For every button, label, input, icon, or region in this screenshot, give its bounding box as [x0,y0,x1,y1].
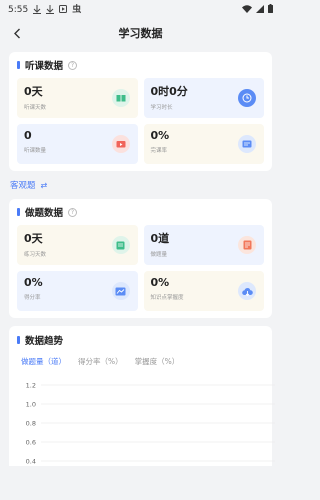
help-icon[interactable]: ? [68,207,78,217]
calendar-icon [111,236,130,254]
status-time: 5:55 [8,5,29,15]
y-tick-label: 0.8 [26,420,36,428]
section-header: 做题数据 ? [9,199,272,225]
stat-tile-practice-days[interactable]: 0天 练习天数 [17,225,138,265]
back-button[interactable] [9,24,25,42]
exercise-tiles: 0天 练习天数 0道 做题量 0% 得分率 0% 知识点掌握度 [9,225,272,318]
status-bar: 5:55 虫 [0,0,281,20]
stat-tile-listen-count[interactable]: 0 听课数量 [17,124,138,164]
stat-tile-study-time[interactable]: 0时0分 学习时长 [143,78,264,118]
trend-chart: 1.2 1.0 0.8 0.6 0.4 [17,373,275,483]
section-accent-bar [17,61,20,69]
app-header: 学习数据 [0,20,281,46]
stat-tile-score-rate[interactable]: 0% 得分率 [17,271,138,311]
trend-card: 数据趋势 做题量（道） 得分率（%） 掌握度（%） 1.2 1.0 0.8 0.6 0.… [9,326,275,466]
signal-icon [256,4,264,16]
document-icon [238,236,256,254]
tab-score-rate[interactable]: 得分率（%） [78,356,123,367]
y-tick-label: 0.4 [26,458,36,466]
question-type-label: 客观题 [10,181,36,191]
swap-icon: ⇄ [40,180,48,190]
card-icon [238,135,256,153]
video-icon [111,135,130,153]
wifi-icon [242,4,252,16]
trend-chart-svg: 1.2 1.0 0.8 0.6 0.4 [26,382,275,466]
section-title: 听课数据 [25,61,64,72]
chevron-left-icon [14,28,20,38]
y-tick-label: 1.0 [26,401,36,409]
exercise-card: 做题数据 ? 0天 练习天数 0道 做题量 0% 得分率 0% 知识点掌握度 [9,199,272,318]
stat-tile-listen-days[interactable]: 0天 听课天数 [17,78,138,118]
media-icon [59,5,68,15]
tab-question-count[interactable]: 做题量（道） [21,356,66,367]
page-title: 学习数据 [118,27,163,40]
stat-tile-completion[interactable]: 0% 完课率 [143,124,264,164]
cloud-download-icon [238,282,256,300]
y-tick-label: 0.6 [26,439,36,447]
listen-card: 听课数据 ? 0天 听课天数 0时0分 学习时长 0 听课数量 0% 完课率 [9,52,272,171]
download-icon [46,4,55,16]
stat-tile-mastery[interactable]: 0% 知识点掌握度 [143,271,264,311]
stat-tile-question-count[interactable]: 0道 做题量 [143,225,264,265]
listen-tiles: 0天 听课天数 0时0分 学习时长 0 听课数量 0% 完课率 [9,78,272,171]
section-title: 数据趋势 [25,336,64,347]
section-title: 做题数据 [25,208,64,219]
section-accent-bar [17,208,20,216]
battery-icon [268,4,273,16]
download-icon [33,4,42,16]
trend-tabs: 做题量（道） 得分率（%） 掌握度（%） [9,354,272,373]
y-tick-label: 1.2 [26,382,36,390]
section-header: 数据趋势 [9,326,272,354]
help-icon[interactable]: ? [68,60,78,70]
tab-mastery[interactable]: 掌握度（%） [135,356,180,367]
section-header: 听课数据 ? [9,52,272,78]
clock-icon [238,89,256,107]
question-type-switch[interactable]: 客观题 ⇄ [0,171,281,199]
book-icon [111,89,130,107]
section-accent-bar [17,336,20,344]
bug-icon: 虫 [72,4,82,15]
score-icon [111,282,130,300]
